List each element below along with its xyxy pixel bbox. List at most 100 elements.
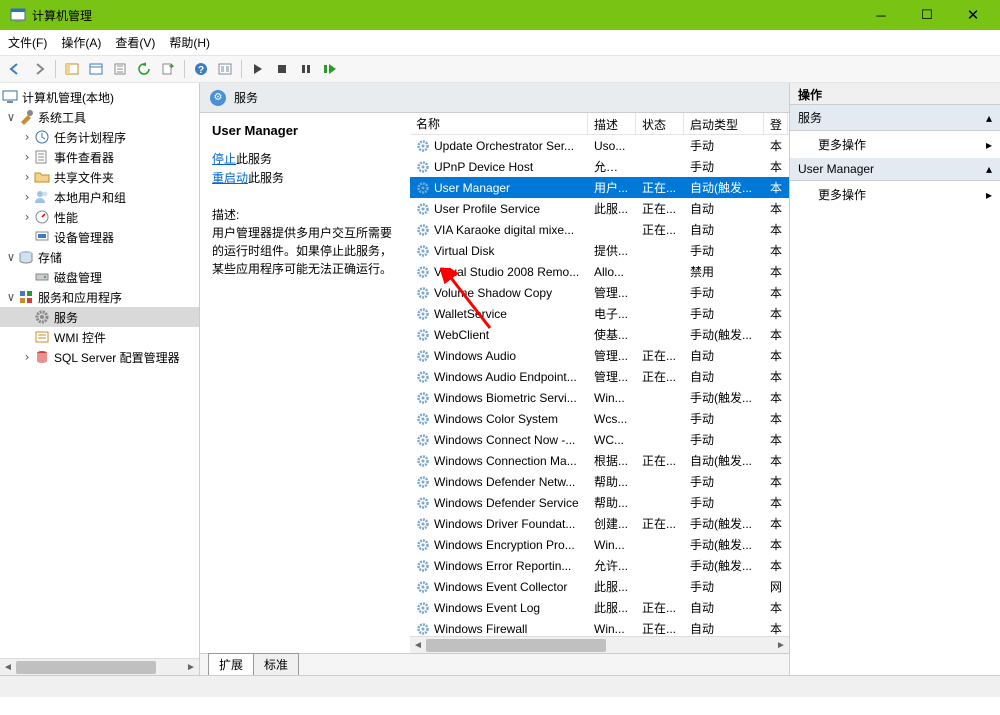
service-row[interactable]: WebClient使基...手动(触发...本 [410, 324, 789, 345]
tab-extended[interactable]: 扩展 [208, 653, 254, 675]
export-button[interactable] [109, 58, 131, 80]
help-button[interactable]: ? [190, 58, 212, 80]
service-row[interactable]: Windows Audio Endpoint...管理...正在...自动本 [410, 366, 789, 387]
properties-button[interactable] [85, 58, 107, 80]
service-startup: 手动(触发... [684, 513, 764, 534]
service-row[interactable]: Windows Defender Netw...帮助...手动本 [410, 471, 789, 492]
service-row[interactable]: Windows Driver Foundat...创建...正在...手动(触发… [410, 513, 789, 534]
service-name: Update Orchestrator Ser... [434, 139, 574, 153]
service-row[interactable]: Windows Event Collector此服...手动网 [410, 576, 789, 597]
nav-sharedfolders[interactable]: ›共享文件夹 [0, 167, 199, 187]
menu-file[interactable]: 文件(F) [8, 34, 47, 51]
maximize-button[interactable]: ☐ [904, 0, 950, 30]
show-hide-button[interactable] [61, 58, 83, 80]
restart-button[interactable] [319, 58, 341, 80]
grid-scrollbar[interactable]: ◄► [410, 636, 789, 653]
navigation-tree[interactable]: 计算机管理(本地) ∨系统工具 ›任务计划程序 ›事件查看器 ›共享文件夹 ›本… [0, 83, 200, 675]
menu-action[interactable]: 操作(A) [61, 34, 101, 51]
nav-performance[interactable]: ›性能 [0, 207, 199, 227]
service-startup: 手动 [684, 429, 764, 450]
stop-service-link[interactable]: 停止 [212, 152, 236, 166]
nav-root[interactable]: 计算机管理(本地) [0, 87, 199, 107]
tab-standard[interactable]: 标准 [253, 653, 299, 675]
service-row[interactable]: Windows Connect Now -...WC...手动本 [410, 429, 789, 450]
nav-localusers[interactable]: ›本地用户和组 [0, 187, 199, 207]
nav-wmi[interactable]: WMI 控件 [0, 327, 199, 347]
service-row[interactable]: Windows Encryption Pro...Win...手动(触发...本 [410, 534, 789, 555]
service-startup: 自动 [684, 618, 764, 636]
service-gear-icon [416, 538, 430, 552]
back-button[interactable] [4, 58, 26, 80]
col-name[interactable]: 名称 [410, 113, 588, 134]
log-icon [34, 149, 50, 165]
nav-sqlcfg[interactable]: ›SQL Server 配置管理器 [0, 347, 199, 367]
service-row[interactable]: WalletService电子...手动本 [410, 303, 789, 324]
actions-more-1[interactable]: 更多操作▸ [790, 131, 1000, 158]
service-startup: 禁用 [684, 261, 764, 282]
service-status [636, 480, 684, 484]
service-desc: 用户... [588, 177, 636, 198]
service-row[interactable]: Windows FirewallWin...正在...自动本 [410, 618, 789, 636]
service-row[interactable]: Windows Connection Ma...根据...正在...自动(触发.… [410, 450, 789, 471]
service-status [636, 564, 684, 568]
services-grid[interactable]: 名称 描述 状态 启动类型 登 Update Orchestrator Ser.… [410, 113, 789, 636]
nav-eventviewer[interactable]: ›事件查看器 [0, 147, 199, 167]
nav-devicemgr[interactable]: 设备管理器 [0, 227, 199, 247]
menu-view[interactable]: 查看(V) [115, 34, 155, 51]
actions-more-2[interactable]: 更多操作▸ [790, 181, 1000, 208]
service-gear-icon [416, 244, 430, 258]
service-startup: 手动 [684, 282, 764, 303]
service-desc: 此服... [588, 198, 636, 219]
service-row[interactable]: Volume Shadow Copy管理...手动本 [410, 282, 789, 303]
nav-diskmgmt[interactable]: 磁盘管理 [0, 267, 199, 287]
service-row[interactable]: Windows Color SystemWcs...手动本 [410, 408, 789, 429]
title-bar: 计算机管理 ─ ☐ ✕ [0, 0, 1000, 30]
service-row[interactable]: UPnP Device Host允许 ...手动本 [410, 156, 789, 177]
col-logon[interactable]: 登 [764, 113, 788, 134]
nav-storage[interactable]: ∨存储 [0, 247, 199, 267]
service-logon: 本 [764, 555, 788, 576]
actions-section-selected[interactable]: User Manager▴ [790, 158, 1000, 181]
nav-scrollbar[interactable]: ◄► [0, 658, 199, 675]
service-desc: 根据... [588, 450, 636, 471]
stop-button[interactable] [271, 58, 293, 80]
service-status [636, 333, 684, 337]
col-startup[interactable]: 启动类型 [684, 113, 764, 134]
collapse-icon: ▴ [986, 162, 992, 176]
nav-systools[interactable]: ∨系统工具 [0, 107, 199, 127]
service-row[interactable]: User Profile Service此服...正在...自动本 [410, 198, 789, 219]
desc-text: 用户管理器提供多用户交互所需要的运行时组件。如果停止此服务，某些应用程序可能无法… [212, 224, 398, 278]
service-desc: Allo... [588, 263, 636, 281]
menu-help[interactable]: 帮助(H) [169, 34, 210, 51]
export-list-button[interactable] [157, 58, 179, 80]
nav-taskscheduler[interactable]: ›任务计划程序 [0, 127, 199, 147]
service-row[interactable]: Windows Biometric Servi...Win...手动(触发...… [410, 387, 789, 408]
toolbar: ? [0, 55, 1000, 83]
tool-button[interactable] [214, 58, 236, 80]
forward-button[interactable] [28, 58, 50, 80]
service-row[interactable]: Windows Event Log此服...正在...自动本 [410, 597, 789, 618]
nav-servicesapps[interactable]: ∨服务和应用程序 [0, 287, 199, 307]
refresh-button[interactable] [133, 58, 155, 80]
service-logon: 本 [764, 240, 788, 261]
service-row[interactable]: Update Orchestrator Ser...Uso...手动本 [410, 135, 789, 156]
service-row[interactable]: Windows Audio管理...正在...自动本 [410, 345, 789, 366]
service-row[interactable]: Windows Error Reportin...允许...手动(触发...本 [410, 555, 789, 576]
col-desc[interactable]: 描述 [588, 113, 636, 134]
restart-service-link[interactable]: 重启动 [212, 171, 248, 185]
start-button[interactable] [247, 58, 269, 80]
service-row[interactable]: Virtual Disk提供...手动本 [410, 240, 789, 261]
minimize-button[interactable]: ─ [858, 0, 904, 30]
service-logon: 本 [764, 135, 788, 156]
close-button[interactable]: ✕ [950, 0, 996, 30]
nav-services[interactable]: 服务 [0, 307, 199, 327]
service-row[interactable]: VIA Karaoke digital mixe...正在...自动本 [410, 219, 789, 240]
service-status: 正在... [636, 219, 684, 240]
actions-section-services[interactable]: 服务▴ [790, 105, 1000, 131]
service-row[interactable]: Visual Studio 2008 Remo...Allo...禁用本 [410, 261, 789, 282]
pause-button[interactable] [295, 58, 317, 80]
service-row[interactable]: User Manager用户...正在...自动(触发...本 [410, 177, 789, 198]
grid-header[interactable]: 名称 描述 状态 启动类型 登 [410, 113, 789, 135]
service-row[interactable]: Windows Defender Service帮助...手动本 [410, 492, 789, 513]
col-status[interactable]: 状态 [636, 113, 684, 134]
